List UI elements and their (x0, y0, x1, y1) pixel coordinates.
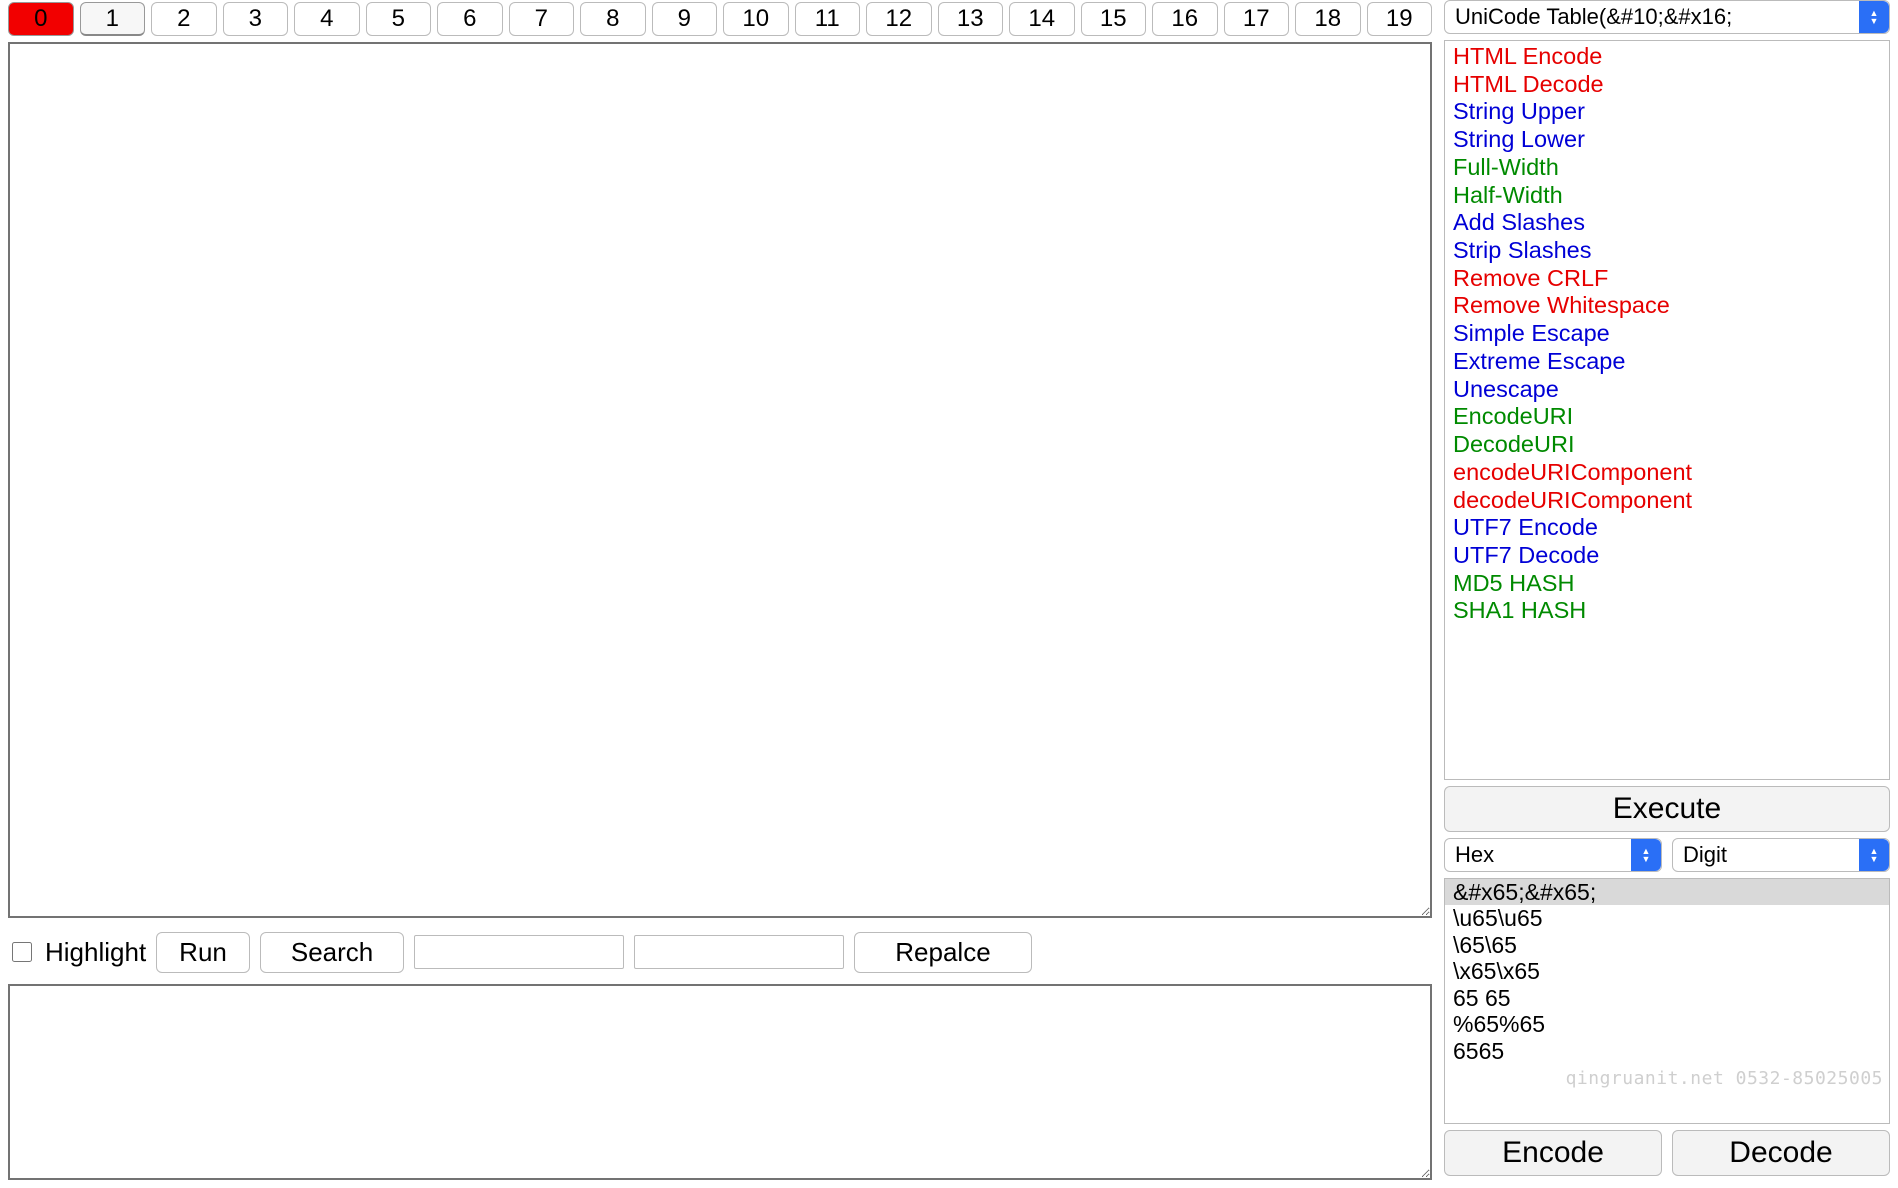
chevron-updown-icon (1859, 1, 1889, 33)
operation-item[interactable]: MD5 HASH (1449, 570, 1885, 598)
search-input[interactable] (414, 935, 624, 969)
tab-19[interactable]: 19 (1367, 2, 1433, 36)
tab-9[interactable]: 9 (652, 2, 718, 36)
encoding-line[interactable]: \u65\u65 (1445, 905, 1889, 931)
operation-item[interactable]: Extreme Escape (1449, 348, 1885, 376)
replace-button[interactable]: Repalce (854, 932, 1031, 973)
operation-item[interactable]: Half-Width (1449, 182, 1885, 210)
tab-15[interactable]: 15 (1081, 2, 1147, 36)
main-input-textarea[interactable] (8, 42, 1432, 918)
encode-button[interactable]: Encode (1444, 1130, 1662, 1176)
operation-item[interactable]: Strip Slashes (1449, 237, 1885, 265)
tab-8[interactable]: 8 (580, 2, 646, 36)
decode-button[interactable]: Decode (1672, 1130, 1890, 1176)
tab-3[interactable]: 3 (223, 2, 289, 36)
encoding-line[interactable]: \65\65 (1445, 932, 1889, 958)
operation-item[interactable]: Remove CRLF (1449, 265, 1885, 293)
operation-item[interactable]: Full-Width (1449, 154, 1885, 182)
format-select-row: Hex Digit (1444, 838, 1890, 872)
operation-item[interactable]: encodeURIComponent (1449, 459, 1885, 487)
operation-item[interactable]: Unescape (1449, 376, 1885, 404)
chevron-updown-icon (1859, 839, 1889, 871)
tab-13[interactable]: 13 (938, 2, 1004, 36)
tab-4[interactable]: 4 (294, 2, 360, 36)
unicode-table-select-label: UniCode Table(&#10;&#x16; (1455, 4, 1732, 30)
encode-decode-row: Encode Decode (1444, 1130, 1890, 1176)
operation-item[interactable]: Simple Escape (1449, 320, 1885, 348)
operation-item[interactable]: String Lower (1449, 126, 1885, 154)
tab-7[interactable]: 7 (509, 2, 575, 36)
unicode-table-select[interactable]: UniCode Table(&#10;&#x16; (1444, 0, 1890, 34)
encoding-line[interactable]: 6565 (1445, 1038, 1889, 1064)
right-pane: UniCode Table(&#10;&#x16; HTML EncodeHTM… (1440, 0, 1898, 1188)
tab-5[interactable]: 5 (366, 2, 432, 36)
tab-6[interactable]: 6 (437, 2, 503, 36)
tab-0[interactable]: 0 (8, 2, 74, 36)
tabs-row: 012345678910111213141516171819 (8, 0, 1432, 40)
operation-item[interactable]: Add Slashes (1449, 209, 1885, 237)
tab-10[interactable]: 10 (723, 2, 789, 36)
operation-item[interactable]: HTML Decode (1449, 71, 1885, 99)
format-select-label: Hex (1455, 842, 1494, 868)
left-pane: 012345678910111213141516171819 Highlight… (0, 0, 1440, 1188)
output-textarea[interactable] (8, 984, 1432, 1180)
encoding-line[interactable]: &#x65;&#x65; (1445, 879, 1889, 905)
encoding-line[interactable]: \x65\x65 (1445, 958, 1889, 984)
app-root: 012345678910111213141516171819 Highlight… (0, 0, 1898, 1188)
run-button[interactable]: Run (156, 932, 250, 973)
tab-2[interactable]: 2 (151, 2, 217, 36)
tab-14[interactable]: 14 (1009, 2, 1075, 36)
highlight-checkbox[interactable] (12, 942, 32, 962)
operation-item[interactable]: UTF7 Encode (1449, 514, 1885, 542)
operation-item[interactable]: UTF7 Decode (1449, 542, 1885, 570)
tab-1[interactable]: 1 (80, 2, 146, 36)
tab-12[interactable]: 12 (866, 2, 932, 36)
watermark-text: qingruanit.net 0532-85025005 (1566, 1068, 1883, 1089)
operation-item[interactable]: String Upper (1449, 98, 1885, 126)
highlight-label: Highlight (45, 937, 146, 968)
tab-18[interactable]: 18 (1295, 2, 1361, 36)
base-select[interactable]: Digit (1672, 838, 1890, 872)
operation-item[interactable]: decodeURIComponent (1449, 487, 1885, 515)
replace-input[interactable] (634, 935, 844, 969)
search-button[interactable]: Search (260, 932, 404, 973)
toolbar: Highlight Run Search Repalce (8, 930, 1432, 974)
tab-11[interactable]: 11 (795, 2, 861, 36)
chevron-updown-icon (1631, 839, 1661, 871)
format-select[interactable]: Hex (1444, 838, 1662, 872)
operation-item[interactable]: EncodeURI (1449, 403, 1885, 431)
operations-list[interactable]: HTML EncodeHTML DecodeString UpperString… (1444, 40, 1890, 780)
encoding-line[interactable]: %65%65 (1445, 1011, 1889, 1037)
operation-item[interactable]: HTML Encode (1449, 43, 1885, 71)
encoding-line[interactable]: 65 65 (1445, 985, 1889, 1011)
operation-item[interactable]: Remove Whitespace (1449, 292, 1885, 320)
execute-button[interactable]: Execute (1444, 786, 1890, 832)
operation-item[interactable]: SHA1 HASH (1449, 597, 1885, 625)
tab-16[interactable]: 16 (1152, 2, 1218, 36)
operation-item[interactable]: DecodeURI (1449, 431, 1885, 459)
tab-17[interactable]: 17 (1224, 2, 1290, 36)
base-select-label: Digit (1683, 842, 1727, 868)
encoding-preview-list[interactable]: &#x65;&#x65;\u65\u65\65\65\x65\x6565 65%… (1444, 878, 1890, 1124)
